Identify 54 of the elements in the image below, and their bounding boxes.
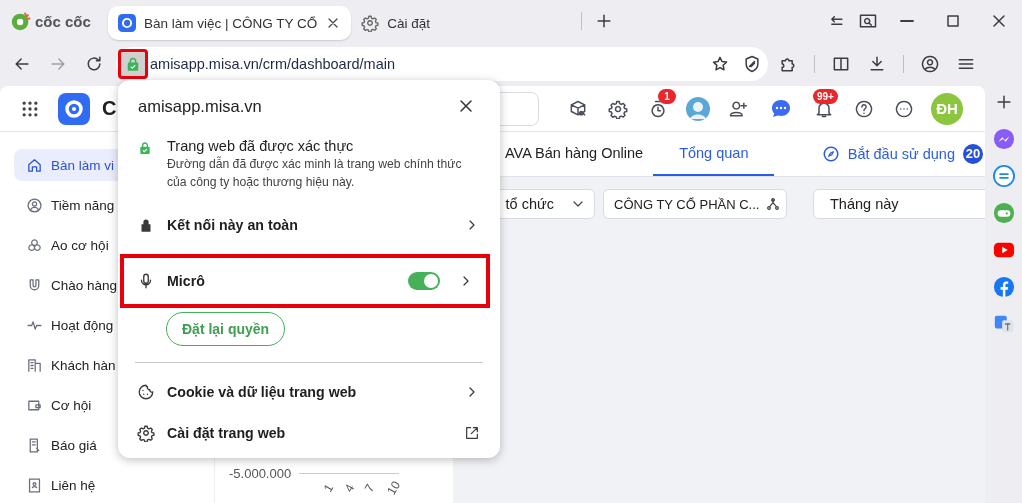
- avatar-icon: [686, 96, 710, 121]
- app-logo-icon: [118, 14, 136, 32]
- axis-label: -5.000.000: [229, 466, 292, 481]
- address-bar[interactable]: amisapp.misa.vn/crm/dashboard/main: [116, 47, 768, 81]
- menu-item-icon: [26, 196, 43, 214]
- verified-lock-icon: [137, 139, 153, 157]
- sidebar-item[interactable]: Liên hệ: [14, 469, 200, 501]
- menu-item-icon: [26, 356, 43, 374]
- popup-title: amisapp.misa.vn: [138, 96, 262, 116]
- app-logo-icon: [58, 92, 90, 125]
- brand-name: cốc cốc: [35, 12, 91, 30]
- split-view-icon: [831, 54, 851, 74]
- timer-icon: [648, 98, 668, 119]
- menu-item-icon: [26, 236, 43, 254]
- notification-badge: 99+: [813, 88, 838, 104]
- chat-bubble-icon: [992, 128, 1015, 150]
- axis-label: 10: [384, 478, 404, 498]
- browser-tab[interactable]: Cài đặt: [351, 6, 441, 40]
- product-search-icon: [568, 98, 588, 119]
- count-badge: 20: [963, 144, 983, 164]
- browser-tab[interactable]: Bàn làm việc | CÔNG TY CỔ: [108, 6, 352, 40]
- settings-icon: [608, 98, 628, 119]
- menu-item-icon: [26, 156, 43, 174]
- tab[interactable]: Tổng quan: [653, 132, 775, 176]
- site-info-button[interactable]: [118, 49, 148, 79]
- profile-icon: [920, 54, 940, 74]
- help-icon: [854, 98, 874, 119]
- menu-item-icon: [26, 476, 43, 494]
- axis-label: 4: [341, 481, 357, 495]
- more-icon: [894, 98, 914, 119]
- notification-badge: 1: [658, 88, 676, 104]
- minimize-icon: [900, 20, 914, 22]
- settings-icon: [361, 14, 380, 32]
- settings-icon: [137, 423, 155, 442]
- popup-row[interactable]: Cài đặt trang web: [120, 412, 498, 453]
- axis-label: 1: [320, 481, 337, 495]
- app-title: C: [102, 97, 117, 120]
- external-link-icon: [464, 424, 480, 441]
- chat-logo-icon: [992, 165, 1015, 187]
- shield-icon: [742, 54, 762, 74]
- cookie-icon: [137, 382, 155, 401]
- filter-dropdown[interactable]: Tháng này: [813, 189, 985, 219]
- toggle-switch[interactable]: [408, 272, 440, 290]
- filter-dropdown[interactable]: CÔNG TY CỔ PHẦN C...: [603, 189, 787, 219]
- hierarchy-icon: [765, 196, 782, 212]
- screenshot-icon: [858, 11, 878, 31]
- compass-icon: [821, 145, 840, 163]
- logo-icon: [10, 10, 32, 32]
- translate-icon: [992, 313, 1015, 335]
- popup-row[interactable]: Micrô: [120, 254, 490, 308]
- social-icon: [992, 276, 1015, 298]
- axis-label: 7: [362, 481, 378, 495]
- url-text: amisapp.misa.vn/crm/dashboard/main: [150, 56, 395, 72]
- get-started-link[interactable]: Bắt đầu sử dụng: [847, 146, 955, 162]
